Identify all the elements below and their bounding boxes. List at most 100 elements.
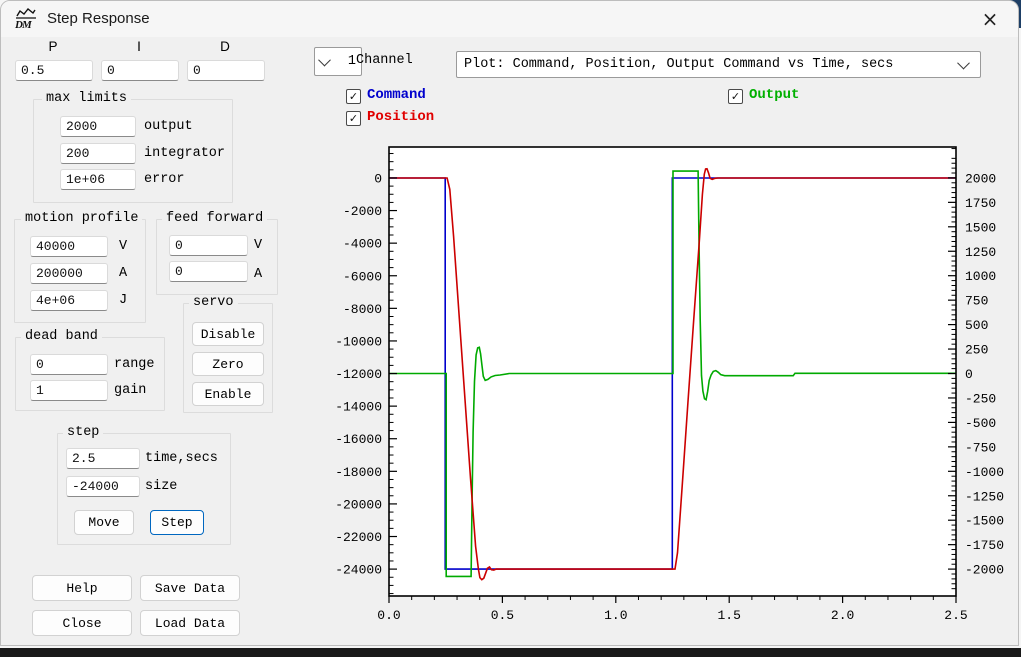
- check-icon: ✓: [349, 113, 358, 124]
- svg-text:-10000: -10000: [335, 334, 382, 349]
- svg-text:-6000: -6000: [343, 269, 382, 284]
- svg-text:-2000: -2000: [343, 204, 382, 219]
- max-output-input[interactable]: [60, 116, 136, 137]
- ff-velocity-input[interactable]: [169, 235, 248, 256]
- svg-text:-14000: -14000: [335, 400, 382, 415]
- svg-text:-24000: -24000: [335, 563, 382, 578]
- svg-text:2.5: 2.5: [944, 608, 967, 623]
- channel-value: 1: [348, 54, 356, 69]
- svg-text:-1250: -1250: [965, 489, 1004, 504]
- svg-text:0.0: 0.0: [377, 608, 400, 623]
- step-time-input[interactable]: [66, 448, 140, 469]
- step-group: step time,secs size Move Step: [57, 433, 231, 545]
- window-title: Step Response: [47, 10, 150, 27]
- step-title: step: [63, 425, 103, 440]
- p-label: P: [15, 39, 91, 54]
- move-button[interactable]: Move: [74, 510, 134, 535]
- svg-text:-8000: -8000: [343, 302, 382, 317]
- chevron-down-icon: [957, 57, 970, 70]
- svg-text:1000: 1000: [965, 269, 996, 284]
- svg-text:0.5: 0.5: [491, 608, 514, 623]
- svg-text:2.0: 2.0: [831, 608, 854, 623]
- svg-text:-12000: -12000: [335, 367, 382, 382]
- dead-band-group: dead band range gain: [15, 337, 165, 411]
- help-button[interactable]: Help: [32, 575, 132, 601]
- accel-label: A: [119, 266, 127, 281]
- dead-band-range-label: range: [114, 357, 155, 372]
- dead-band-gain-input[interactable]: [30, 380, 108, 401]
- step-button[interactable]: Step: [150, 510, 204, 535]
- p-input[interactable]: [15, 60, 93, 81]
- ff-accel-input[interactable]: [169, 261, 248, 282]
- servo-group: servo Disable Zero Enable: [183, 303, 273, 413]
- i-label: I: [101, 39, 177, 54]
- svg-text:250: 250: [965, 343, 988, 358]
- svg-text:-4000: -4000: [343, 237, 382, 252]
- svg-text:1.5: 1.5: [717, 608, 740, 623]
- output-checkbox[interactable]: ✓: [728, 89, 743, 104]
- svg-text:-2000: -2000: [965, 563, 1004, 578]
- max-integrator-label: integrator: [144, 146, 225, 161]
- chart-svg: 0-2000-4000-6000-8000-10000-12000-14000-…: [331, 137, 1019, 642]
- svg-text:1250: 1250: [965, 245, 996, 260]
- max-error-input[interactable]: [60, 169, 136, 190]
- output-checkbox-label: Output: [749, 87, 799, 103]
- svg-text:750: 750: [965, 294, 988, 309]
- velocity-input[interactable]: [30, 236, 108, 257]
- plot-type-select[interactable]: Plot: Command, Position, Output Command …: [456, 51, 981, 78]
- motion-profile-title: motion profile: [21, 211, 142, 226]
- channel-select[interactable]: 1: [314, 47, 362, 76]
- accel-input[interactable]: [30, 263, 108, 284]
- svg-text:-1500: -1500: [965, 514, 1004, 529]
- close-dialog-button[interactable]: Close: [32, 610, 132, 636]
- chevron-down-icon: [318, 54, 331, 67]
- svg-text:0: 0: [374, 171, 382, 186]
- save-data-button[interactable]: Save Data: [140, 575, 240, 601]
- servo-disable-button[interactable]: Disable: [192, 322, 264, 346]
- svg-text:0: 0: [965, 367, 973, 382]
- svg-text:-1000: -1000: [965, 465, 1004, 480]
- svg-text:-20000: -20000: [335, 497, 382, 512]
- svg-text:2000: 2000: [965, 171, 996, 186]
- check-icon: ✓: [731, 91, 740, 102]
- d-input[interactable]: [187, 60, 265, 81]
- command-checkbox[interactable]: ✓: [346, 89, 361, 104]
- servo-title: servo: [189, 295, 238, 310]
- svg-text:-1750: -1750: [965, 538, 1004, 553]
- servo-enable-button[interactable]: Enable: [192, 382, 264, 406]
- dead-band-range-input[interactable]: [30, 354, 108, 375]
- dm-logo-icon: DM: [14, 7, 38, 31]
- svg-text:-250: -250: [965, 391, 996, 406]
- titlebar: DM Step Response ×: [1, 1, 1018, 37]
- step-response-chart: 0-2000-4000-6000-8000-10000-12000-14000-…: [331, 137, 1019, 642]
- step-size-input[interactable]: [66, 476, 140, 497]
- feed-forward-group: feed forward V A: [156, 219, 278, 295]
- dm-logo-text: DM: [15, 19, 31, 31]
- max-integrator-input[interactable]: [60, 143, 136, 164]
- load-data-button[interactable]: Load Data: [140, 610, 240, 636]
- servo-zero-button[interactable]: Zero: [192, 352, 264, 376]
- close-button[interactable]: ×: [974, 5, 1006, 33]
- velocity-label: V: [119, 239, 127, 254]
- svg-text:-18000: -18000: [335, 465, 382, 480]
- svg-text:1750: 1750: [965, 196, 996, 211]
- i-input[interactable]: [101, 60, 179, 81]
- feed-forward-title: feed forward: [162, 211, 267, 226]
- screen: DM Step Response × P I D max limits outp…: [0, 0, 1021, 657]
- dead-band-title: dead band: [21, 329, 102, 344]
- taskbar-strip: [0, 648, 1021, 657]
- jerk-input[interactable]: [30, 290, 108, 311]
- step-size-label: size: [145, 479, 177, 494]
- max-limits-group: max limits output integrator error: [33, 99, 233, 203]
- step-response-window: DM Step Response × P I D max limits outp…: [0, 0, 1019, 646]
- svg-text:-16000: -16000: [335, 432, 382, 447]
- d-label: D: [187, 39, 263, 54]
- channel-label: Channel: [356, 53, 413, 68]
- svg-text:-750: -750: [965, 440, 996, 455]
- plot-type-value: Plot: Command, Position, Output Command …: [457, 57, 959, 72]
- ff-accel-label: A: [254, 267, 262, 282]
- max-error-label: error: [144, 172, 185, 187]
- dead-band-gain-label: gain: [114, 383, 146, 398]
- svg-text:500: 500: [965, 318, 988, 333]
- position-checkbox[interactable]: ✓: [346, 111, 361, 126]
